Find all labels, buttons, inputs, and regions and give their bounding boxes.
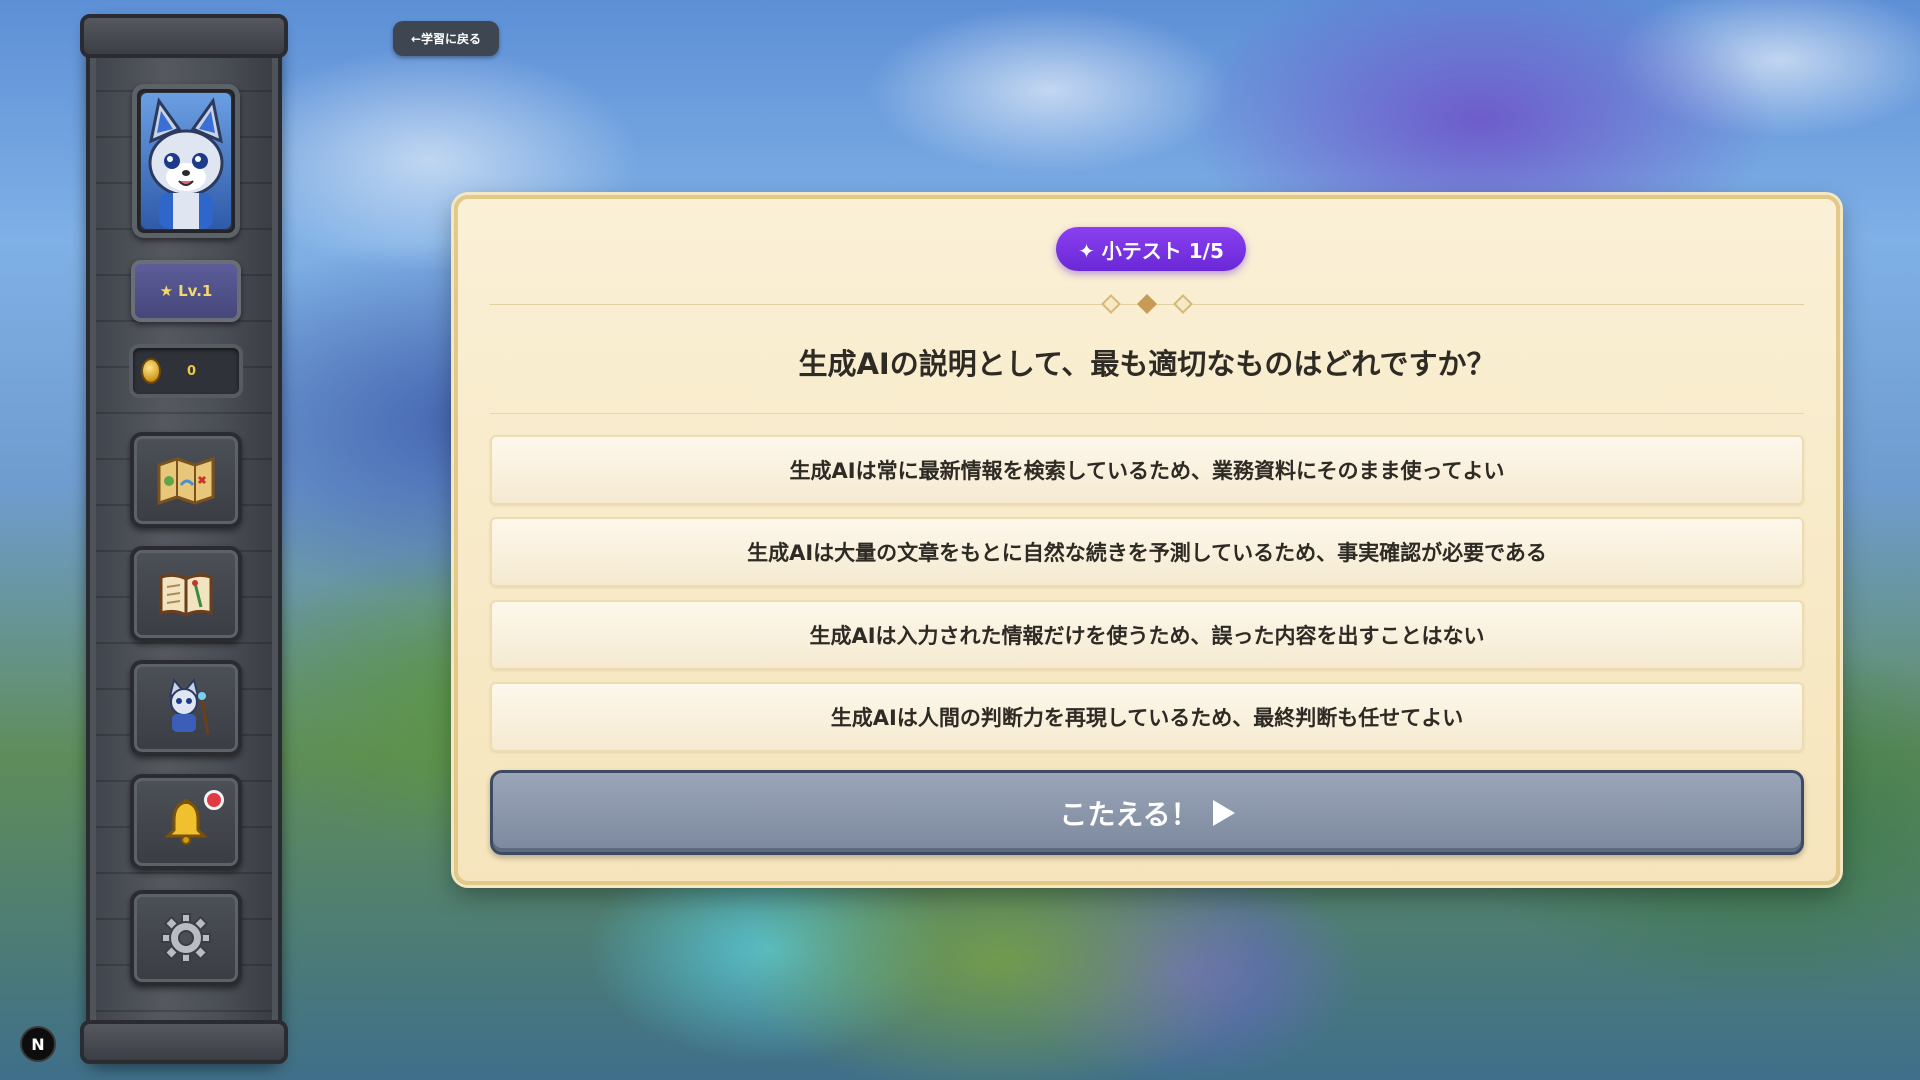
fox-avatar-icon [148, 97, 224, 229]
coin-icon [141, 358, 161, 384]
character-icon [168, 678, 210, 735]
badge-letter: N [31, 1034, 45, 1054]
answer-option-3[interactable]: 生成AIは入力された情報だけを使うため、誤った内容を出すことはない [490, 600, 1804, 670]
star-icon: ★ [159, 282, 174, 300]
sidebar-item-settings[interactable] [130, 890, 242, 986]
back-to-study-button[interactable]: ←学習に戻る [393, 21, 499, 56]
level-label: Lv.1 [178, 282, 213, 300]
gear-icon [161, 913, 211, 963]
submit-answer-button[interactable]: こたえる！ [490, 770, 1804, 855]
ornament-diamonds [458, 293, 1836, 315]
option-label: 生成AIは入力された情報だけを使うため、誤った内容を出すことはない [809, 624, 1485, 648]
submit-label: こたえる！ [1059, 797, 1199, 831]
question-text: 生成AIの説明として、最も適切なものはどれですか？ [798, 347, 1496, 381]
map-icon [157, 456, 215, 505]
quiz-panel: ✦ 小テスト 1/5 生成AIの説明として、最も適切なものはどれですか？ 生成A… [454, 195, 1840, 885]
option-label: 生成AIは人間の判断力を再現しているため、最終判断も任せてよい [830, 706, 1464, 730]
bell-icon [164, 799, 208, 845]
back-label: ←学習に戻る [410, 32, 482, 46]
question-divider [490, 413, 1804, 414]
dev-indicator-badge[interactable]: N [20, 1026, 56, 1062]
book-icon [159, 573, 213, 617]
diamond-ornament-filled [1137, 294, 1157, 314]
sidebar-item-book[interactable] [130, 546, 242, 642]
coin-count: 0 [187, 363, 197, 379]
tower-cap-bottom [80, 1020, 288, 1064]
level-badge: ★ Lv.1 [131, 260, 241, 322]
notification-badge [204, 790, 224, 810]
diamond-ornament [1173, 294, 1193, 314]
coin-counter: 0 [129, 344, 243, 398]
sidebar-item-character[interactable] [130, 660, 242, 756]
play-arrow-icon [1212, 799, 1235, 826]
quiz-progress-label: ✦ 小テスト 1/5 [1078, 238, 1224, 263]
answer-option-4[interactable]: 生成AIは人間の判断力を再現しているため、最終判断も任せてよい [490, 682, 1804, 752]
answer-option-2[interactable]: 生成AIは大量の文章をもとに自然な続きを予測しているため、事実確認が必要である [490, 517, 1804, 587]
avatar[interactable] [132, 84, 240, 238]
sidebar-item-map[interactable] [130, 432, 242, 528]
quiz-progress-badge: ✦ 小テスト 1/5 [1056, 227, 1246, 271]
diamond-ornament [1101, 294, 1121, 314]
option-label: 生成AIは大量の文章をもとに自然な続きを予測しているため、事実確認が必要である [747, 541, 1547, 565]
option-label: 生成AIは常に最新情報を検索しているため、業務資料にそのまま使ってよい [789, 459, 1505, 483]
sidebar-item-notifications[interactable] [130, 774, 242, 870]
answer-option-1[interactable]: 生成AIは常に最新情報を検索しているため、業務資料にそのまま使ってよい [490, 435, 1804, 505]
tower-cap-top [80, 14, 288, 58]
